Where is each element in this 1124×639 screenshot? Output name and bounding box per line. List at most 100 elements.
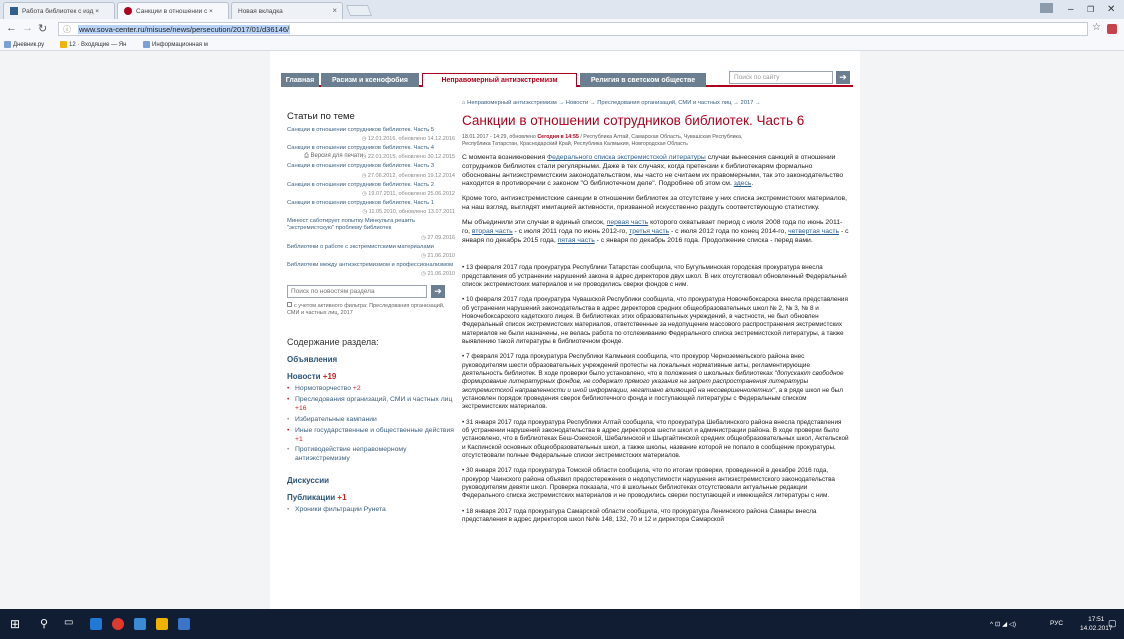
- toc-publications[interactable]: Публикации +1: [287, 493, 455, 502]
- explorer-icon[interactable]: [156, 618, 168, 630]
- toc-item-count: +1: [295, 435, 303, 443]
- site-search-input[interactable]: Поиск по сайту: [729, 71, 833, 84]
- article-title-link[interactable]: Санкции в отношении сотрудников библиоте…: [287, 182, 455, 189]
- news-search-button[interactable]: ➔: [431, 285, 445, 299]
- toc-item-filtering-chronicles[interactable]: Хроники фильтрации Рунета: [287, 506, 455, 515]
- toc-news-label: Новости: [287, 372, 321, 382]
- related-article[interactable]: Библиотеки о работе с экстремистскими ма…: [287, 244, 455, 259]
- bookmark-yandex-mail[interactable]: 12 · Входящие — Ян: [60, 41, 126, 48]
- breadcrumb: ⌂ Неправомерный антиэкстремизм → Новости…: [462, 100, 850, 106]
- toc-publications-count: +1: [337, 493, 347, 503]
- article-title-link[interactable]: Санкции в отношении сотрудников библиоте…: [287, 127, 455, 134]
- app-icon[interactable]: [178, 618, 190, 630]
- toc-discussions[interactable]: Дискуссии: [287, 476, 455, 485]
- maximize-icon[interactable]: ❐: [1087, 5, 1094, 14]
- article-title-link[interactable]: Санкции в отношении сотрудников библиоте…: [287, 200, 455, 207]
- bookmark-dnevnik[interactable]: Дневник.ру: [4, 41, 44, 48]
- user-profile-icon[interactable]: [1040, 3, 1053, 13]
- article-title-link[interactable]: Санкции в отношении сотрудников библиоте…: [287, 145, 455, 152]
- tab-label: Работа библиотек с изд ×: [22, 7, 100, 15]
- opera-icon[interactable]: [112, 618, 124, 630]
- home-icon[interactable]: ⌂: [462, 100, 466, 106]
- mail-icon: [60, 41, 67, 48]
- toc-announcements[interactable]: Объявления: [287, 355, 455, 364]
- bookmark-star-icon[interactable]: ☆: [1092, 22, 1101, 33]
- language-indicator[interactable]: РУС: [1050, 620, 1063, 627]
- breadcrumb-text[interactable]: Неправомерный антиэкстремизм → Новости →…: [467, 100, 761, 106]
- site-search-button[interactable]: ➔: [836, 71, 850, 84]
- back-arrow-icon[interactable]: ←: [6, 22, 17, 34]
- related-article[interactable]: Санкции в отношении сотрудников библиоте…: [287, 200, 455, 215]
- reload-icon[interactable]: ↻: [38, 22, 47, 35]
- printer-icon: ⎙: [304, 153, 309, 159]
- browser-tab-1[interactable]: Работа библиотек с изд ×: [3, 2, 115, 19]
- nav-tab-home[interactable]: Главная: [281, 73, 319, 87]
- part-3-link[interactable]: третья часть: [629, 228, 669, 235]
- nav-tab-religion[interactable]: Религия в светском обществе: [580, 73, 706, 87]
- part-4-link[interactable]: четвертая часть: [788, 228, 839, 235]
- article-title-link[interactable]: Библиотеки между антиэкстремизмом и проф…: [287, 262, 455, 269]
- address-bar[interactable]: ⓘ www.sova-center.ru/misuse/news/persecu…: [58, 22, 1088, 36]
- news-search: ➔: [287, 285, 455, 299]
- nav-tab-antiextremism[interactable]: Неправомерный антиэкстремизм: [422, 73, 577, 87]
- article-title-link[interactable]: Санкции в отношении сотрудников библиоте…: [287, 163, 455, 170]
- news-item: 18 января 2017 года прокуратура Самарско…: [462, 508, 850, 525]
- text: - с июля 2012 года по конец 2014-го,: [671, 227, 787, 235]
- part-1-link[interactable]: первая часть: [607, 219, 649, 226]
- minimize-icon[interactable]: –: [1068, 4, 1074, 15]
- toc-publications-label: Публикации: [287, 493, 336, 503]
- ie-icon[interactable]: [134, 618, 146, 630]
- notifications-icon[interactable]: ▢: [1108, 618, 1117, 629]
- part-5-link[interactable]: пятая часть: [558, 237, 595, 244]
- filter-note: с учетом активного фильтра: Преследовани…: [287, 302, 455, 317]
- forward-arrow-icon[interactable]: →: [22, 22, 33, 34]
- browser-tab-2[interactable]: Санкции в отношении с ×: [117, 2, 229, 19]
- windows-start-icon[interactable]: ⊞: [10, 617, 20, 631]
- tab-label: Новая вкладка: [238, 7, 283, 15]
- part-2-link[interactable]: вторая часть: [472, 228, 513, 235]
- toc-item-label: Иные государственные и общественные дейс…: [295, 426, 454, 434]
- related-article[interactable]: Минюст саботирует попытку Минкульта реши…: [287, 218, 455, 240]
- filter-checkbox[interactable]: [287, 302, 292, 308]
- tray-icons[interactable]: ^ ⊡ ◢ ◁): [990, 620, 1016, 628]
- bookmark-info[interactable]: Информационная м: [143, 41, 208, 48]
- search-icon[interactable]: ⚲: [40, 617, 48, 630]
- edge-icon[interactable]: [90, 618, 102, 630]
- info-icon[interactable]: ⓘ: [63, 24, 71, 35]
- related-article[interactable]: Санкции в отношении сотрудников библиоте…: [287, 127, 455, 142]
- extension-icon[interactable]: [1107, 24, 1117, 34]
- toc-item-other-actions[interactable]: Иные государственные и общественные дейс…: [287, 427, 455, 445]
- new-tab-button[interactable]: [345, 5, 373, 16]
- related-article[interactable]: Библиотеки между антиэкстремизмом и проф…: [287, 262, 455, 277]
- article-meta: 18.01.2017 - 14:29, обновлено Сегодня в …: [462, 134, 752, 148]
- news-item: 7 февраля 2017 года прокуратура Республи…: [462, 353, 850, 411]
- related-article[interactable]: Санкции в отношении сотрудников библиоте…: [287, 163, 455, 178]
- article-title-link[interactable]: Минюст саботирует попытку Минкульта реши…: [287, 218, 455, 232]
- bookmarks-bar: Дневник.ру 12 · Входящие — Ян Информацио…: [0, 39, 1124, 51]
- toc-item-label: Преследования организаций, СМИ и частных…: [295, 396, 453, 404]
- article-date: 27.06.2012, обновлено 19.12.2014: [287, 173, 455, 179]
- browser-tab-3[interactable]: Новая вкладка ×: [231, 2, 343, 19]
- federal-list-link[interactable]: Федерального списка экстремистской литер…: [547, 154, 706, 161]
- filter-text: с учетом активного фильтра: Преследовани…: [287, 303, 445, 317]
- toc-item-elections[interactable]: Избирательные кампании: [287, 416, 455, 425]
- print-version-link[interactable]: ⎙ Версия для печати: [304, 153, 363, 160]
- news-item: 31 января 2017 года прокуратура Республи…: [462, 419, 850, 461]
- text: 7 февраля 2017 года прокуратура Республи…: [462, 353, 811, 377]
- close-icon[interactable]: ×: [332, 6, 337, 15]
- task-view-icon[interactable]: ▭: [64, 617, 73, 628]
- article-date: 21.06.2010: [287, 253, 455, 259]
- toc-item-persecution[interactable]: Преследования организаций, СМИ и частных…: [287, 396, 455, 414]
- article: ⌂ Неправомерный антиэкстремизм → Новости…: [462, 100, 850, 524]
- related-article[interactable]: Санкции в отношении сотрудников библиоте…: [287, 182, 455, 197]
- toc-item-counteraction[interactable]: Противодействие неправомерному антиэкстр…: [287, 446, 455, 464]
- url-text[interactable]: www.sova-center.ru/misuse/news/persecuti…: [78, 25, 291, 34]
- article-title-link[interactable]: Библиотеки о работе с экстремистскими ма…: [287, 244, 455, 251]
- news-search-input[interactable]: [287, 285, 427, 299]
- here-link[interactable]: здесь: [734, 180, 752, 187]
- toc-item-lawmaking[interactable]: Нормотворчество +2: [287, 385, 455, 394]
- nav-tab-racism[interactable]: Расизм и ксенофобия: [321, 73, 419, 87]
- toc-news[interactable]: Новости +19: [287, 372, 455, 381]
- window-close-icon[interactable]: ✕: [1107, 4, 1115, 15]
- arrow-right-icon: ➔: [434, 286, 442, 297]
